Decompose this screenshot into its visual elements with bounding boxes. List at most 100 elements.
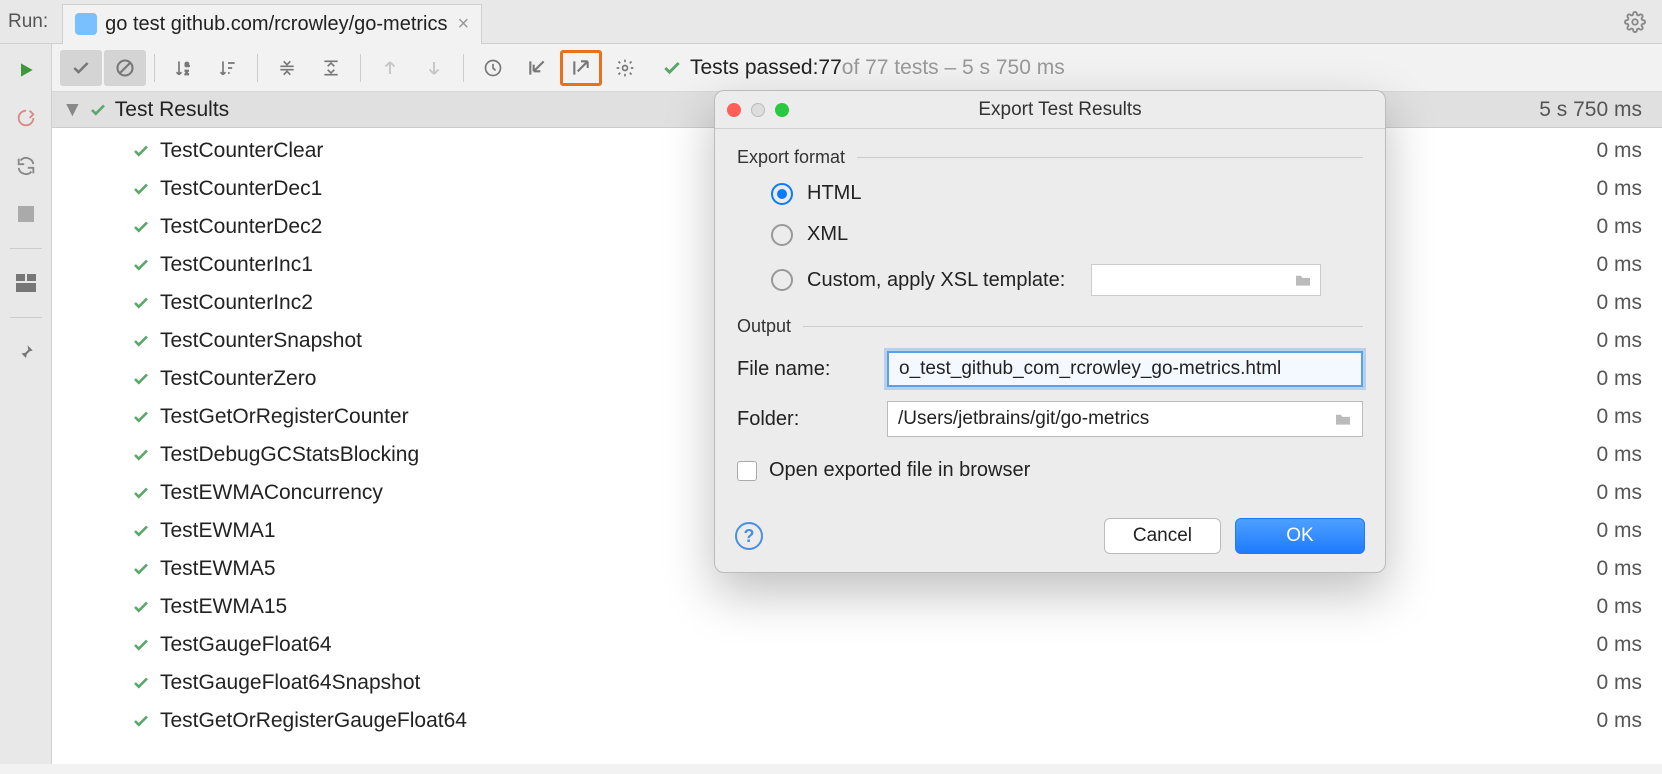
file-name-input[interactable]: o_test_github_com_rcrowley_go-metrics.ht… (887, 351, 1363, 387)
xsl-template-input[interactable] (1091, 264, 1321, 296)
tree-root-time: 5 s 750 ms (1539, 98, 1652, 122)
test-name: TestCounterClear (160, 139, 323, 163)
test-name: TestGaugeFloat64Snapshot (160, 671, 420, 695)
test-name: TestCounterDec2 (160, 215, 322, 239)
folder-input[interactable]: /Users/jetbrains/git/go-metrics (887, 401, 1363, 437)
test-row[interactable]: TestEWMA150 ms (52, 588, 1662, 626)
check-icon (132, 256, 150, 274)
check-icon (132, 484, 150, 502)
test-time: 0 ms (1596, 405, 1652, 429)
test-time: 0 ms (1596, 291, 1652, 315)
run-label: Run: (8, 11, 48, 33)
pin-icon[interactable] (12, 338, 40, 366)
test-name: TestEWMA5 (160, 557, 276, 581)
run-tab[interactable]: go test github.com/rcrowley/go-metrics × (62, 4, 482, 44)
check-icon (132, 598, 150, 616)
next-failed-button[interactable] (413, 50, 455, 86)
check-icon (132, 560, 150, 578)
expand-all-button[interactable] (266, 50, 308, 86)
stop-icon[interactable] (12, 200, 40, 228)
check-icon (132, 332, 150, 350)
file-name-label: File name: (737, 358, 887, 381)
check-icon (89, 101, 107, 119)
status-count: 77 (818, 56, 841, 80)
check-icon (132, 408, 150, 426)
collapse-all-button[interactable] (310, 50, 352, 86)
check-icon (132, 712, 150, 730)
test-name: TestGaugeFloat64 (160, 633, 332, 657)
export-dialog: Export Test Results Export format HTML X… (714, 90, 1386, 573)
file-name-value: o_test_github_com_rcrowley_go-metrics.ht… (899, 358, 1281, 380)
open-browser-label: Open exported file in browser (769, 459, 1030, 482)
check-icon (132, 674, 150, 692)
check-icon (132, 294, 150, 312)
folder-value: /Users/jetbrains/git/go-metrics (898, 408, 1149, 430)
test-row[interactable]: TestGaugeFloat64 0 ms (52, 626, 1662, 664)
rerun-failed-icon[interactable] (12, 104, 40, 132)
ok-button[interactable]: OK (1235, 518, 1365, 554)
svg-text:z: z (185, 67, 189, 76)
sort-duration-button[interactable] (207, 50, 249, 86)
window-close-icon[interactable] (727, 103, 741, 117)
folder-browse-icon[interactable] (1334, 412, 1352, 426)
check-icon (132, 636, 150, 654)
gear-icon[interactable] (1616, 11, 1654, 33)
run-icon[interactable] (12, 56, 40, 84)
section-output-label: Output (737, 316, 791, 337)
radio-custom-label: Custom, apply XSL template: (807, 269, 1065, 292)
test-name: TestCounterDec1 (160, 177, 322, 201)
check-icon (132, 446, 150, 464)
test-name: TestCounterZero (160, 367, 316, 391)
cancel-button[interactable]: Cancel (1104, 518, 1221, 554)
radio-xml-label: XML (807, 223, 848, 246)
status-text: Tests passed: 77 of 77 tests – 5 s 750 m… (662, 56, 1065, 80)
test-row[interactable]: TestGetOrRegisterGaugeFloat640 ms (52, 702, 1662, 740)
chevron-down-icon: ▼ (62, 98, 83, 122)
section-format-label: Export format (737, 147, 845, 168)
test-time: 0 ms (1596, 367, 1652, 391)
layout-icon[interactable] (12, 269, 40, 297)
test-time: 0 ms (1596, 633, 1652, 657)
import-button[interactable] (516, 50, 558, 86)
test-name: TestGetOrRegisterGaugeFloat64 (160, 709, 467, 733)
gopher-icon (75, 13, 97, 35)
test-name: TestEWMAConcurrency (160, 481, 383, 505)
test-time: 0 ms (1596, 139, 1652, 163)
status-prefix: Tests passed: (690, 56, 818, 80)
test-settings-button[interactable] (604, 50, 646, 86)
radio-html-label: HTML (807, 182, 861, 205)
test-time: 0 ms (1596, 329, 1652, 353)
check-icon (132, 522, 150, 540)
check-icon (132, 142, 150, 160)
check-icon (132, 218, 150, 236)
open-browser-checkbox[interactable] (737, 461, 757, 481)
close-icon[interactable]: × (457, 13, 469, 36)
test-time: 0 ms (1596, 519, 1652, 543)
dialog-title: Export Test Results (747, 99, 1373, 121)
status-rest: of 77 tests – 5 s 750 ms (842, 56, 1065, 80)
radio-custom[interactable] (771, 269, 793, 291)
test-name: TestDebugGCStatsBlocking (160, 443, 419, 467)
help-button[interactable]: ? (735, 522, 763, 550)
test-name: TestEWMA15 (160, 595, 287, 619)
export-button[interactable] (560, 50, 602, 86)
show-passed-button[interactable] (60, 50, 102, 86)
radio-xml[interactable] (771, 224, 793, 246)
test-name: TestCounterInc2 (160, 291, 313, 315)
test-time: 0 ms (1596, 253, 1652, 277)
folder-icon[interactable] (1294, 273, 1312, 287)
test-time: 0 ms (1596, 177, 1652, 201)
check-icon (132, 370, 150, 388)
tab-title: go test github.com/rcrowley/go-metrics (105, 13, 447, 36)
sort-alpha-button[interactable]: az (163, 50, 205, 86)
test-time: 0 ms (1596, 215, 1652, 239)
show-ignored-button[interactable] (104, 50, 146, 86)
prev-failed-button[interactable] (369, 50, 411, 86)
history-button[interactable] (472, 50, 514, 86)
test-name: TestCounterInc1 (160, 253, 313, 277)
test-name: TestGetOrRegisterCounter (160, 405, 409, 429)
radio-html[interactable] (771, 183, 793, 205)
toggle-auto-icon[interactable] (12, 152, 40, 180)
tree-root-label: Test Results (115, 98, 229, 122)
test-row[interactable]: TestGaugeFloat64Snapshot0 ms (52, 664, 1662, 702)
